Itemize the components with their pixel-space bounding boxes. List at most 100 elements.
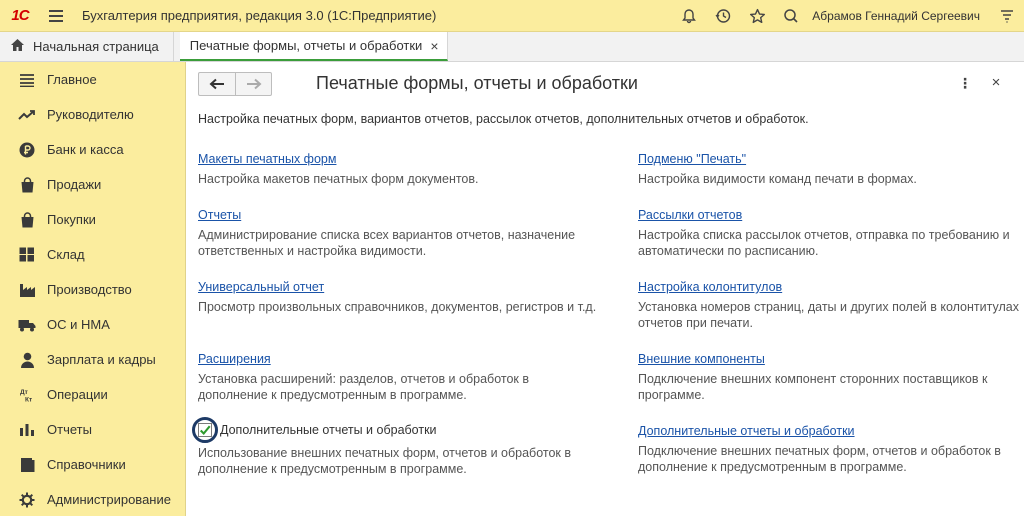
sidebar-item-salary[interactable]: Зарплата и кадры	[0, 342, 185, 377]
person-icon	[18, 351, 36, 369]
additional-reports-link[interactable]: Дополнительные отчеты и обработки	[638, 424, 855, 438]
ruble-icon	[18, 141, 36, 159]
sidebar-item-label: Зарплата и кадры	[47, 352, 156, 367]
star-icon[interactable]	[740, 0, 774, 32]
tab-home[interactable]: Начальная страница	[0, 32, 174, 61]
gear-icon	[18, 491, 36, 509]
sidebar-item-purchases[interactable]: Покупки	[0, 202, 185, 237]
sidebar-item-warehouse[interactable]: Склад	[0, 237, 185, 272]
entry-description: Подключение внешних компонент сторонних …	[638, 372, 988, 402]
sidebar-item-admin[interactable]: Администрирование	[0, 482, 185, 516]
title-bar: 1С Бухгалтерия предприятия, редакция 3.0…	[0, 0, 1024, 32]
navigation-buttons	[198, 72, 272, 96]
report-mailings-link[interactable]: Рассылки отчетов	[638, 208, 742, 222]
sidebar-item-label: Администрирование	[47, 492, 171, 507]
sidebar-item-main[interactable]: Главное	[0, 62, 185, 97]
sidebar-item-manager[interactable]: Руководителю	[0, 97, 185, 132]
cart-icon	[18, 211, 36, 229]
entry-universal-report: Универсальный отчет Просмотр произвольны…	[198, 279, 638, 315]
history-icon[interactable]	[706, 0, 740, 32]
sidebar-item-label: Склад	[47, 247, 85, 262]
external-components-link[interactable]: Внешние компоненты	[638, 352, 765, 366]
tab-print-forms-label: Печатные формы, отчеты и обработки	[189, 38, 423, 53]
sidebar-item-label: Продажи	[47, 177, 102, 192]
entry-extensions: Расширения Установка расширений: раздело…	[198, 351, 638, 403]
sidebar-item-label: ОС и НМА	[47, 317, 110, 332]
svg-text:Кт: Кт	[25, 396, 32, 403]
entry-description: Установка расширений: разделов, отчетов …	[198, 372, 529, 402]
entry-description: Настройка списка рассылок отчетов, отпра…	[638, 228, 1010, 258]
dt-kt-icon: Дт Кт	[18, 386, 36, 404]
entry-description: Установка номеров страниц, даты и других…	[638, 300, 1019, 330]
menu-icon[interactable]	[40, 0, 72, 32]
entry-report-mailings: Рассылки отчетов Настройка списка рассыл…	[638, 207, 1024, 259]
tab-print-forms[interactable]: Печатные формы, отчеты и обработки ×	[179, 32, 448, 61]
sidebar-item-label: Главное	[47, 72, 97, 87]
sidebar: Главное Руководителю Банк и касса Продаж…	[0, 62, 186, 516]
user-name[interactable]: Абрамов Геннадий Сергеевич	[808, 9, 990, 23]
list-icon	[18, 71, 36, 89]
entry-additional-reports: Дополнительные отчеты и обработки Подклю…	[638, 423, 1024, 475]
tab-home-label: Начальная страница	[33, 39, 159, 54]
sidebar-item-label: Справочники	[47, 457, 126, 472]
settings-menu-icon[interactable]	[990, 0, 1024, 32]
additional-reports-checkbox[interactable]	[198, 423, 212, 437]
headers-footers-link[interactable]: Настройка колонтитулов	[638, 280, 782, 294]
search-icon[interactable]	[774, 0, 808, 32]
sidebar-item-label: Покупки	[47, 212, 96, 227]
entry-description: Просмотр произвольных справочников, доку…	[198, 300, 597, 314]
sidebar-item-label: Банк и касса	[47, 142, 124, 157]
entry-external-components: Внешние компоненты Подключение внешних к…	[638, 351, 1024, 403]
sidebar-item-sales[interactable]: Продажи	[0, 167, 185, 202]
trend-icon	[18, 106, 36, 124]
entry-description: Настройка макетов печатных форм документ…	[198, 172, 479, 186]
sidebar-item-production[interactable]: Производство	[0, 272, 185, 307]
page-title: Печатные формы, отчеты и обработки	[316, 73, 638, 93]
entry-headers-footers: Настройка колонтитулов Установка номеров…	[638, 279, 1024, 331]
print-templates-link[interactable]: Макеты печатных форм	[198, 152, 336, 166]
back-button[interactable]	[199, 73, 235, 95]
checkmark-icon	[199, 425, 211, 435]
sidebar-item-label: Производство	[47, 282, 132, 297]
highlight-ring	[192, 417, 218, 443]
entry-description: Администрирование списка всех вариантов …	[198, 228, 576, 258]
home-icon	[10, 38, 25, 55]
extensions-link[interactable]: Расширения	[198, 352, 271, 366]
sidebar-item-label: Отчеты	[47, 422, 92, 437]
book-icon	[18, 456, 36, 474]
forward-button[interactable]	[235, 73, 271, 95]
entry-description: Использование внешних печатных форм, отч…	[198, 446, 572, 476]
close-form-icon[interactable]: ×	[987, 73, 1005, 91]
entry-print-submenu: Подменю "Печать" Настройка видимости ком…	[638, 151, 1024, 187]
universal-report-link[interactable]: Универсальный отчет	[198, 280, 324, 294]
svg-text:Дт: Дт	[20, 389, 28, 396]
bell-icon[interactable]	[672, 0, 706, 32]
main-panel: Печатные формы, отчеты и обработки ⋮ × Н…	[187, 62, 1024, 516]
more-actions-icon[interactable]: ⋮	[957, 74, 973, 92]
app-logo[interactable]: 1С	[0, 0, 40, 32]
page-subtitle: Настройка печатных форм, вариантов отчет…	[198, 112, 809, 126]
sidebar-item-label: Руководителю	[47, 107, 134, 122]
sidebar-item-bank[interactable]: Банк и касса	[0, 132, 185, 167]
entry-description: Подключение внешних печатных форм, отчет…	[638, 444, 1001, 474]
entry-print-templates: Макеты печатных форм Настройка макетов п…	[198, 151, 638, 187]
bag-icon	[18, 176, 36, 194]
additional-reports-checkbox-label[interactable]: Дополнительные отчеты и обработки	[220, 423, 437, 437]
tab-bar: Начальная страница Печатные формы, отчет…	[0, 32, 1024, 62]
sidebar-item-catalogs[interactable]: Справочники	[0, 447, 185, 482]
reports-link[interactable]: Отчеты	[198, 208, 241, 222]
bar-chart-icon	[18, 421, 36, 439]
print-submenu-link[interactable]: Подменю "Печать"	[638, 152, 746, 166]
entry-reports: Отчеты Администрирование списка всех вар…	[198, 207, 638, 259]
app-title: Бухгалтерия предприятия, редакция 3.0 (1…	[82, 8, 437, 23]
tab-close-icon[interactable]: ×	[422, 38, 438, 54]
sidebar-item-reports[interactable]: Отчеты	[0, 412, 185, 447]
sidebar-item-label: Операции	[47, 387, 108, 402]
entry-description: Настройка видимости команд печати в форм…	[638, 172, 917, 186]
sidebar-item-operations[interactable]: Дт Кт Операции	[0, 377, 185, 412]
warehouse-icon	[18, 246, 36, 264]
entry-additional-reports-toggle: Дополнительные отчеты и обработки Исполь…	[192, 417, 638, 477]
sidebar-item-assets[interactable]: ОС и НМА	[0, 307, 185, 342]
truck-icon	[18, 316, 36, 334]
factory-icon	[18, 281, 36, 299]
